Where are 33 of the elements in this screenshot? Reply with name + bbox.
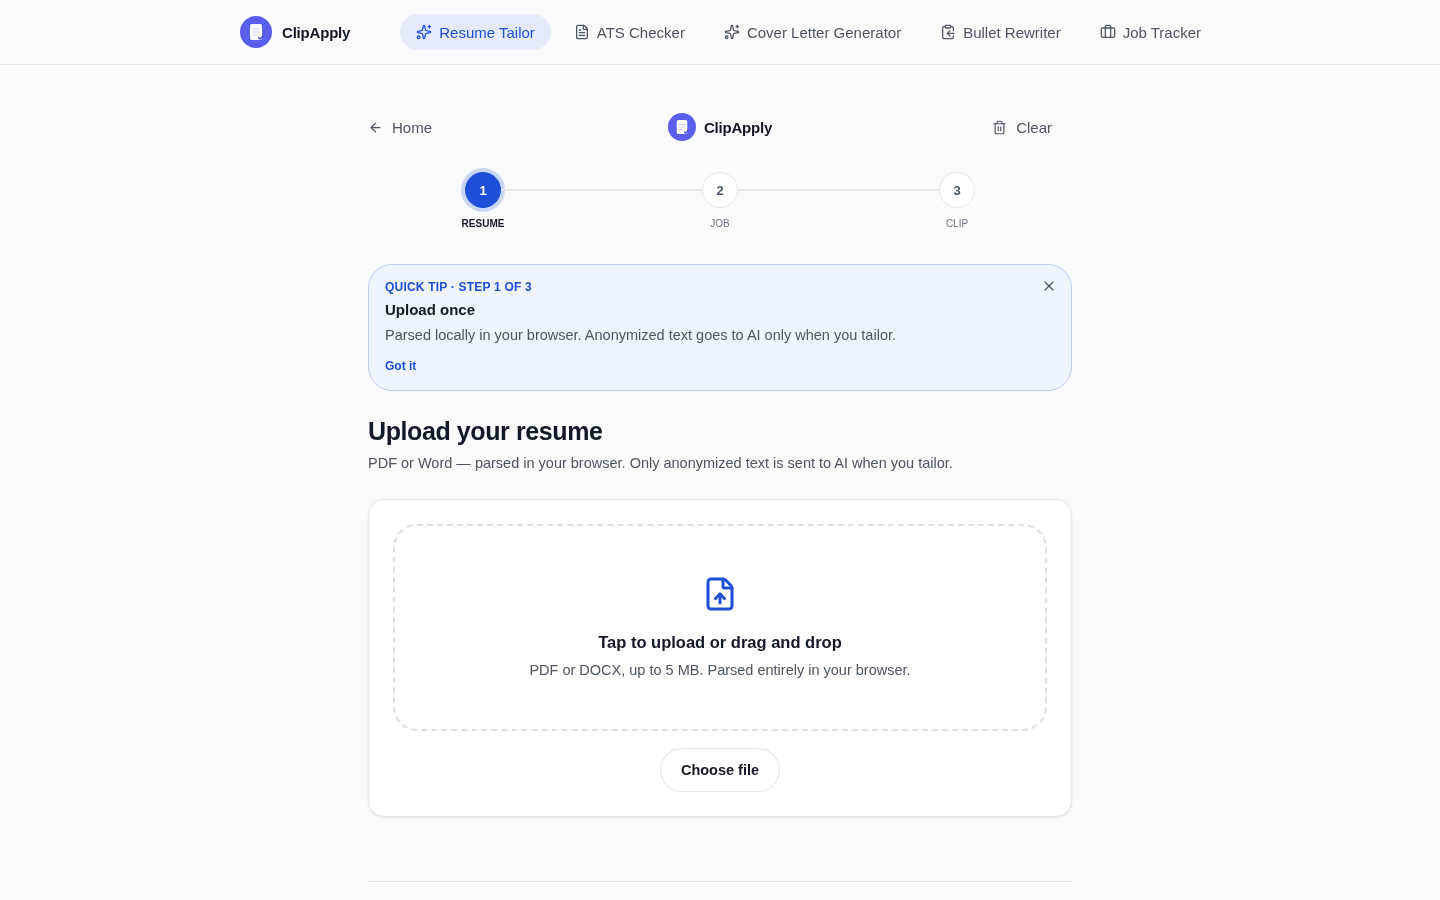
brand-name: ClipApply	[703, 118, 773, 136]
step-label: JOB	[710, 218, 730, 230]
clipboard-icon	[940, 24, 957, 40]
nav-tab[interactable]: Bullet Rewriter	[924, 14, 1077, 50]
tip-text: Parsed locally in your browser. Anonymized text goes to AI only when you tailor.	[385, 326, 896, 345]
drop-zone[interactable]: Tap to upload or drag and drop PDF or DOCX, up to 5 MB. Parsed entirely in your browser.	[393, 524, 1047, 731]
step-circle: 3	[939, 172, 975, 208]
drop-zone-hint: PDF or DOCX, up to 5 MB. Parsed entirely in your browser.	[529, 661, 911, 680]
step-circle: 1	[465, 172, 501, 208]
choose-file-button[interactable]: Choose file	[659, 748, 781, 792]
drop-zone-title: Tap to upload or drag and drop	[598, 632, 842, 653]
logo-icon	[667, 113, 696, 141]
step-circle: 2	[702, 172, 738, 208]
logo-icon	[240, 16, 272, 48]
nav-tab[interactable]: ATS Checker	[557, 14, 701, 50]
nav-tab[interactable]: Cover Letter Generator	[707, 14, 918, 50]
tip-eyebrow: QUICK TIP · STEP 1 OF 3	[385, 279, 532, 295]
nav-tab[interactable]: Resume Tailor	[400, 14, 551, 50]
sparkles-icon	[723, 24, 740, 40]
clear-button[interactable]: Clear	[992, 118, 1052, 136]
document-icon	[573, 24, 590, 40]
brand-name: ClipApply	[282, 23, 351, 41]
briefcase-icon	[1099, 24, 1116, 40]
sparkles-icon	[416, 24, 433, 40]
nav-tab[interactable]: Job Tracker	[1083, 14, 1218, 50]
tip-title: Upload once	[385, 300, 475, 320]
step-label: RESUME	[461, 218, 505, 230]
page-subheading: PDF or Word — parsed in your browser. Only anonymized text is sent to AI when you tailor.	[368, 454, 954, 473]
trash-icon	[992, 119, 1008, 135]
home-link[interactable]: Home	[368, 118, 432, 136]
step-label: CLIP	[945, 218, 969, 230]
page-heading: Upload your resume	[368, 416, 604, 447]
got-it-link[interactable]: Got it	[385, 358, 417, 374]
